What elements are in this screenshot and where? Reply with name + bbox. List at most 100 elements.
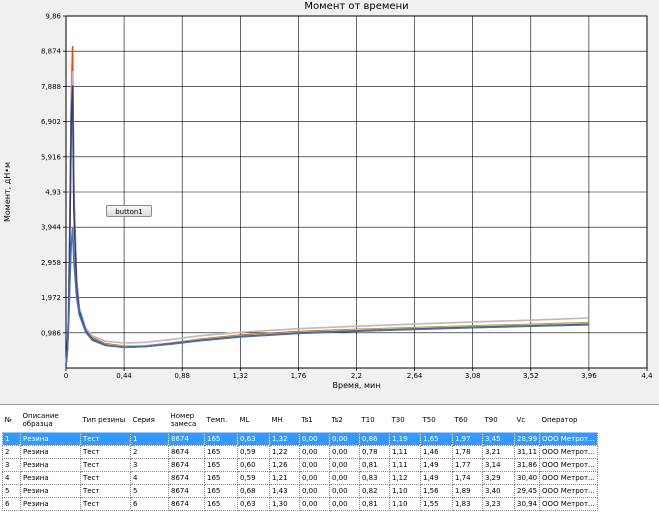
table-cell[interactable]: ООО Метрот... — [539, 432, 598, 446]
table-cell[interactable]: ООО Метрот... — [539, 471, 598, 485]
table-cell[interactable]: 3,40 — [482, 484, 515, 498]
table-cell[interactable]: 31,11 — [513, 445, 541, 459]
table-cell[interactable]: 0,81 — [359, 458, 390, 472]
table-cell[interactable]: 0,60 — [237, 458, 270, 472]
table-cell[interactable]: 1,10 — [389, 484, 421, 498]
table-cell[interactable]: 1,46 — [420, 445, 453, 459]
table-cell[interactable]: Тест — [80, 471, 131, 485]
table-cell[interactable]: 1 — [130, 432, 169, 446]
table-cell[interactable]: 31,86 — [513, 458, 541, 472]
table-cell[interactable]: 8674 — [168, 445, 205, 459]
table-cell[interactable]: 0,00 — [329, 432, 360, 446]
table-cell[interactable]: 3,45 — [482, 432, 515, 446]
table-cell[interactable]: 1,97 — [452, 432, 483, 446]
table-cell[interactable]: 0,00 — [329, 445, 360, 459]
column-header[interactable]: Ts1 — [299, 408, 330, 433]
table-cell[interactable]: 0,63 — [237, 497, 270, 511]
table-cell[interactable]: 1,12 — [389, 471, 421, 485]
table-cell[interactable]: 165 — [204, 432, 238, 446]
table-cell[interactable]: 0,86 — [359, 432, 390, 446]
table-cell[interactable]: 0,00 — [299, 445, 330, 459]
table-cell[interactable]: 1,77 — [452, 458, 483, 472]
table-cell[interactable]: 0,00 — [299, 471, 330, 485]
table-cell[interactable]: 1 — [2, 432, 21, 446]
table-cell[interactable]: 3,23 — [482, 497, 515, 511]
table-cell[interactable]: 0,00 — [299, 458, 330, 472]
table-cell[interactable]: 1,55 — [420, 497, 453, 511]
table-cell[interactable]: 8674 — [168, 484, 205, 498]
table-cell[interactable]: 2 — [2, 445, 21, 459]
table-cell[interactable]: 0,59 — [237, 445, 270, 459]
table-cell[interactable]: 0,59 — [237, 471, 270, 485]
table-row[interactable]: 3 Резина Тест 3 8674 165 0,60 1,26 0,00 0,00 0,81 1… — [2, 458, 598, 472]
table-cell[interactable]: 28,99 — [513, 432, 541, 446]
column-header[interactable]: T60 — [452, 408, 483, 433]
table-row[interactable]: 5 Резина Тест 5 8674 165 0,68 1,43 0,00 0,00 0,82 1… — [2, 484, 598, 498]
column-header[interactable]: № — [2, 408, 21, 433]
table-cell[interactable]: 0,00 — [299, 497, 330, 511]
table-cell[interactable]: Резина — [20, 497, 81, 511]
table-cell[interactable]: ООО Метрот... — [539, 458, 598, 472]
table-cell[interactable]: 1,89 — [452, 484, 483, 498]
table-cell[interactable]: 0,00 — [329, 484, 360, 498]
column-header[interactable]: Описание образца — [20, 408, 81, 433]
table-cell[interactable]: Тест — [80, 497, 131, 511]
column-header[interactable]: Серия — [130, 408, 169, 433]
table-cell[interactable]: 1,22 — [269, 445, 300, 459]
table-cell[interactable]: 30,94 — [513, 497, 541, 511]
table-cell[interactable]: 1,43 — [269, 484, 300, 498]
table-row[interactable]: 6 Резина Тест 6 8674 165 0,63 1,30 0,00 0,00 0,81 1… — [2, 497, 598, 511]
results-grid[interactable]: № Описание образца Тип резины Серия Номер за… — [0, 404, 659, 519]
table-cell[interactable]: 165 — [204, 471, 238, 485]
table-cell[interactable]: 0,00 — [299, 484, 330, 498]
table-cell[interactable]: 3,21 — [482, 445, 515, 459]
table-cell[interactable]: 8674 — [168, 497, 205, 511]
table-cell[interactable]: 8674 — [168, 471, 205, 485]
table-cell[interactable]: 1,19 — [389, 432, 421, 446]
column-header[interactable]: Vc — [514, 408, 540, 433]
table-cell[interactable]: 0,78 — [359, 445, 390, 459]
table-cell[interactable]: 1,32 — [269, 432, 300, 446]
column-header[interactable]: Номер замеса — [168, 408, 205, 433]
table-cell[interactable]: 0,68 — [237, 484, 270, 498]
table-row[interactable]: 2 Резина Тест 2 8674 165 0,59 1,22 0,00 0,00 0,78 1… — [2, 445, 598, 459]
table-cell[interactable]: Тест — [80, 458, 131, 472]
table-cell[interactable]: 0,63 — [237, 432, 270, 446]
table-cell[interactable]: 5 — [130, 484, 169, 498]
column-header[interactable]: ML — [237, 408, 270, 433]
table-cell[interactable]: 0,00 — [299, 432, 330, 446]
table-cell[interactable]: 165 — [204, 445, 238, 459]
table-cell[interactable]: 4 — [2, 471, 21, 485]
column-header[interactable]: Темп. — [204, 408, 238, 433]
table-cell[interactable]: 3 — [2, 458, 21, 472]
table-cell[interactable]: ООО Метрот... — [539, 497, 598, 511]
table-cell[interactable]: 165 — [204, 458, 238, 472]
table-cell[interactable]: ООО Метрот... — [539, 484, 598, 498]
column-header[interactable]: T30 — [389, 408, 421, 433]
table-cell[interactable]: 1,65 — [420, 432, 453, 446]
table-cell[interactable]: 165 — [204, 484, 238, 498]
table-cell[interactable]: 1,21 — [269, 471, 300, 485]
table-cell[interactable]: 1,78 — [452, 445, 483, 459]
table-cell[interactable]: 8674 — [168, 458, 205, 472]
table-cell[interactable]: 1,49 — [420, 458, 453, 472]
table-cell[interactable]: ООО Метрот... — [539, 445, 598, 459]
button1[interactable]: button1 — [106, 205, 152, 217]
column-header[interactable]: Ts2 — [329, 408, 360, 433]
column-header[interactable]: T50 — [420, 408, 453, 433]
table-cell[interactable]: 0,00 — [329, 497, 360, 511]
table-cell[interactable]: 0,00 — [329, 471, 360, 485]
table-cell[interactable]: 5 — [2, 484, 21, 498]
table-cell[interactable]: 1,56 — [420, 484, 453, 498]
table-row[interactable]: 1 Резина Тест 1 8674 165 0,63 1,32 0,00 0,00 0,86 1… — [2, 432, 598, 446]
table-cell[interactable]: 6 — [2, 497, 21, 511]
table-cell[interactable]: 0,83 — [359, 471, 390, 485]
column-header[interactable]: T10 — [359, 408, 390, 433]
table-cell[interactable]: 3 — [130, 458, 169, 472]
table-cell[interactable]: 4 — [130, 471, 169, 485]
table-cell[interactable]: Резина — [20, 484, 81, 498]
table-cell[interactable]: 1,74 — [452, 471, 483, 485]
table-cell[interactable]: 3,29 — [482, 471, 515, 485]
table-cell[interactable]: 1,83 — [452, 497, 483, 511]
table-cell[interactable]: 6 — [130, 497, 169, 511]
